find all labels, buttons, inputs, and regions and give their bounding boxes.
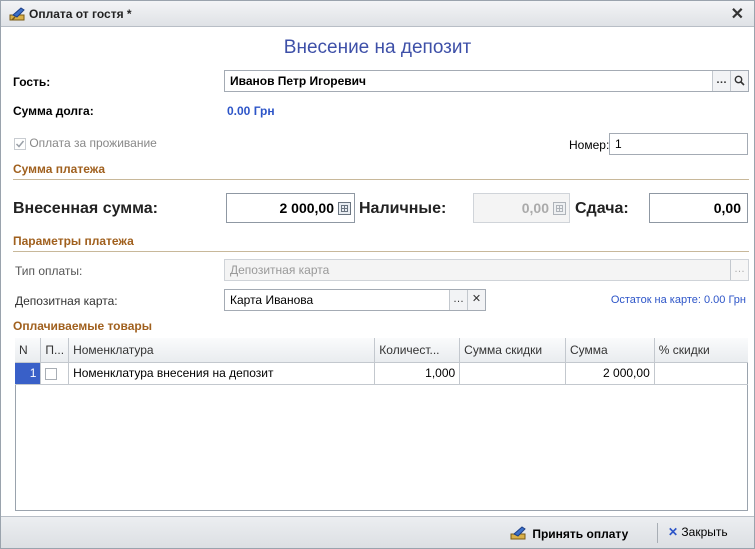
payment-icon bbox=[510, 526, 526, 540]
accommodation-checkbox[interactable]: Оплата за проживание bbox=[14, 136, 157, 150]
section-payment-params: Параметры платежа bbox=[13, 234, 134, 248]
calculator-icon[interactable] bbox=[338, 202, 351, 215]
search-icon[interactable] bbox=[730, 71, 748, 91]
payment-icon bbox=[9, 7, 25, 21]
cash-value: 0,00 bbox=[521, 200, 549, 216]
payment-type-select-button: … bbox=[730, 260, 748, 280]
col-discount-pct[interactable]: % скидки bbox=[654, 338, 748, 363]
payment-type-label: Тип оплаты: bbox=[15, 264, 83, 278]
number-field[interactable]: 1 bbox=[609, 133, 748, 155]
card-balance: Остаток на карте: 0.00 Грн bbox=[610, 294, 746, 306]
divider bbox=[13, 251, 749, 252]
deposit-card-value: Карта Иванова bbox=[230, 293, 314, 307]
number-value: 1 bbox=[615, 137, 622, 151]
guest-label: Гость: bbox=[13, 75, 51, 89]
guest-field[interactable]: Иванов Петр Игоревич … bbox=[224, 70, 749, 92]
deposited-field[interactable]: 2 000,00 bbox=[226, 193, 355, 223]
check-icon bbox=[14, 137, 26, 150]
row-number: 1 bbox=[15, 362, 42, 385]
debt-label: Сумма долга: bbox=[13, 104, 94, 118]
card-select-button[interactable]: … bbox=[449, 290, 467, 310]
row-qty: 1,000 bbox=[374, 362, 461, 385]
close-icon[interactable]: ✕ bbox=[731, 4, 744, 24]
close-label: Закрыть bbox=[681, 525, 728, 539]
form-heading: Внесение на депозит bbox=[283, 37, 472, 58]
accept-payment-button[interactable]: Принять оплату bbox=[509, 525, 628, 541]
accept-payment-label: Принять оплату bbox=[532, 527, 629, 541]
deposit-card-field[interactable]: Карта Иванова … ✕ bbox=[224, 289, 486, 311]
footer-divider bbox=[657, 523, 658, 543]
accommodation-label: Оплата за проживание bbox=[29, 136, 157, 150]
row-sum: 2 000,00 bbox=[565, 362, 655, 385]
row-discount-pct bbox=[654, 362, 748, 385]
cash-field: 0,00 bbox=[473, 193, 570, 223]
guest-select-button[interactable]: … bbox=[712, 71, 730, 91]
goods-grid: N П... Номенклатура Количест... Сумма ск… bbox=[15, 338, 748, 385]
close-icon: ✕ bbox=[668, 525, 679, 539]
section-goods: Оплачиваемые товары bbox=[13, 319, 152, 333]
guest-value: Иванов Петр Игоревич bbox=[230, 74, 367, 88]
divider bbox=[13, 179, 749, 180]
window-title: Оплата от гостя * bbox=[29, 7, 132, 21]
change-label: Сдача: bbox=[575, 200, 629, 217]
col-discount-sum[interactable]: Сумма скидки bbox=[459, 338, 567, 363]
col-qty[interactable]: Количест... bbox=[374, 338, 461, 363]
deposit-card-label: Депозитная карта: bbox=[15, 294, 118, 308]
row-item: Номенклатура внесения на депозит bbox=[68, 362, 376, 385]
row-discount-sum bbox=[459, 362, 567, 385]
close-button[interactable]: ✕ Закрыть bbox=[668, 525, 728, 539]
debt-value: 0.00 Грн bbox=[227, 104, 275, 118]
col-n[interactable]: N bbox=[15, 338, 42, 363]
payment-type-value: Депозитная карта bbox=[230, 263, 330, 277]
clear-icon[interactable]: ✕ bbox=[467, 290, 485, 310]
section-payment-sum: Сумма платежа bbox=[13, 162, 106, 176]
col-item[interactable]: Номенклатура bbox=[68, 338, 376, 363]
col-paid[interactable]: П... bbox=[40, 338, 70, 363]
table-row[interactable]: 1 Номенклатура внесения на депозит 1,000… bbox=[15, 362, 748, 385]
row-paid-cell[interactable] bbox=[40, 362, 70, 385]
change-field: 0,00 bbox=[649, 193, 748, 223]
row-checkbox[interactable] bbox=[45, 367, 58, 380]
deposited-label: Внесенная сумма: bbox=[13, 200, 158, 217]
dialog-footer: Принять оплату ✕ Закрыть bbox=[1, 516, 754, 548]
payment-dialog: Оплата от гостя * ✕ Внесение на депозит … bbox=[0, 0, 755, 549]
calculator-icon bbox=[553, 202, 566, 215]
cash-label: Наличные: bbox=[359, 200, 447, 217]
number-label: Номер: bbox=[569, 138, 610, 152]
payment-type-field: Депозитная карта … bbox=[224, 259, 749, 281]
change-value: 0,00 bbox=[713, 200, 741, 216]
title-bar: Оплата от гостя * ✕ bbox=[1, 1, 754, 27]
deposited-value: 2 000,00 bbox=[279, 200, 335, 216]
col-sum[interactable]: Сумма bbox=[565, 338, 655, 363]
